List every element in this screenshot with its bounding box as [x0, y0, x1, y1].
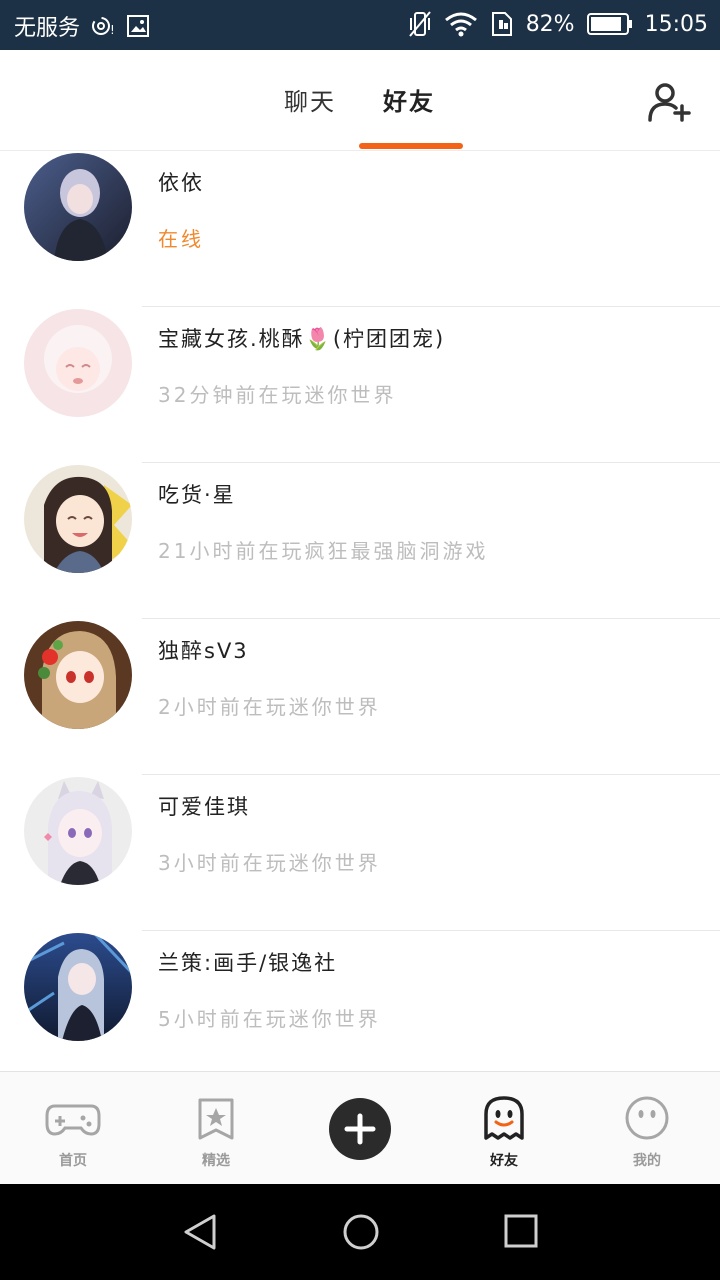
friend-name: 独醉sV3	[158, 639, 249, 663]
carrier-text: 无服务	[14, 16, 81, 41]
friend-name: 宝藏女孩.桃酥🌷(柠团团宠)	[158, 327, 446, 351]
friend-status: 3小时前在玩迷你世界	[158, 851, 381, 875]
list-item[interactable]: 可爱佳琪 3小时前在玩迷你世界	[0, 775, 720, 931]
list-item[interactable]: 独醉sV3 2小时前在玩迷你世界	[0, 619, 720, 775]
ghost-icon	[484, 1096, 524, 1140]
avatar[interactable]	[24, 153, 132, 261]
top-nav: 聊天 好友	[0, 50, 720, 151]
nav-friends-label: 好友	[490, 1153, 518, 1169]
nav-home-label: 首页	[59, 1153, 87, 1169]
bottom-tab-bar: 首页 精选 好友 我的	[0, 1071, 720, 1184]
plus-icon	[344, 1113, 376, 1145]
list-item[interactable]: 依依 在线	[0, 151, 720, 307]
avatar[interactable]	[24, 777, 132, 885]
nav-mine[interactable]: 我的	[597, 1094, 697, 1170]
friend-name: 兰策:画手/银逸社	[158, 951, 338, 975]
add-friend-button[interactable]	[648, 80, 692, 124]
smiley-face-icon	[625, 1096, 669, 1140]
nav-featured-label: 精选	[202, 1153, 230, 1169]
friend-name: 依依	[158, 171, 204, 195]
battery-percent: 82%	[525, 11, 575, 37]
avatar[interactable]	[24, 309, 132, 417]
nav-friends[interactable]: 好友	[454, 1094, 554, 1170]
back-icon[interactable]	[180, 1212, 222, 1252]
friend-status: 5小时前在玩迷你世界	[158, 1007, 381, 1031]
hotspot-icon: !	[90, 14, 116, 38]
avatar[interactable]	[24, 465, 132, 573]
tab-friends[interactable]: 好友	[383, 82, 435, 117]
friend-name: 可爱佳琪	[158, 795, 250, 819]
friend-name: 吃货·星	[158, 483, 236, 507]
bookmark-star-icon	[198, 1098, 234, 1140]
gamepad-icon	[45, 1104, 101, 1136]
system-nav-bar	[0, 1184, 720, 1280]
add-user-icon	[648, 83, 691, 122]
avatar[interactable]	[24, 621, 132, 729]
nav-home[interactable]: 首页	[23, 1094, 123, 1170]
list-item[interactable]: 兰策:画手/银逸社 5小时前在玩迷你世界	[0, 931, 720, 1071]
list-item[interactable]: 宝藏女孩.桃酥🌷(柠团团宠) 32分钟前在玩迷你世界	[0, 307, 720, 463]
active-tab-indicator	[359, 143, 463, 149]
nav-featured[interactable]: 精选	[166, 1094, 266, 1170]
friend-status: 在线	[158, 227, 204, 251]
friend-list[interactable]: 依依 在线 宝藏女孩.桃酥🌷(柠团团宠) 32分钟前在玩迷你世界 吃货·星 21…	[0, 151, 720, 1071]
sim-icon	[490, 11, 514, 37]
tab-chat[interactable]: 聊天	[284, 82, 336, 117]
avatar[interactable]	[24, 933, 132, 1041]
home-circle-icon[interactable]	[340, 1212, 382, 1252]
battery-icon	[586, 12, 633, 36]
vibrate-icon	[408, 10, 432, 38]
svg-text:!: !	[110, 23, 115, 37]
recents-icon[interactable]	[502, 1214, 542, 1250]
clock: 15:05	[644, 11, 708, 37]
list-item[interactable]: 吃货·星 21小时前在玩疯狂最强脑洞游戏	[0, 463, 720, 619]
create-button[interactable]	[329, 1098, 391, 1160]
friend-status: 2小时前在玩迷你世界	[158, 695, 381, 719]
nav-mine-label: 我的	[633, 1153, 661, 1169]
wifi-icon	[444, 11, 478, 37]
friend-status: 21小时前在玩疯狂最强脑洞游戏	[158, 539, 489, 563]
status-bar: 无服务 ! 82% 15:05	[0, 0, 720, 50]
image-icon	[126, 14, 150, 38]
friend-status: 32分钟前在玩迷你世界	[158, 383, 397, 407]
